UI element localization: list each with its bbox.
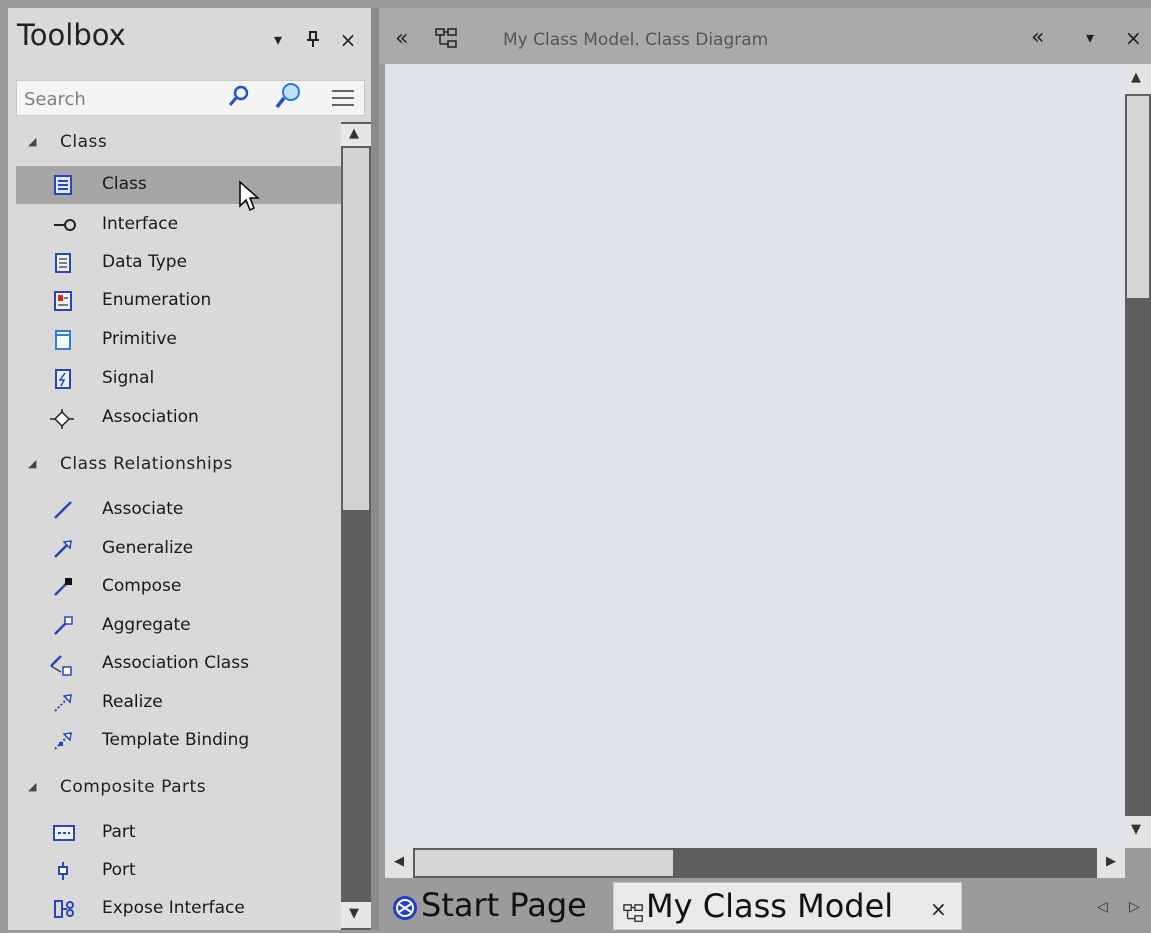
search-input[interactable] <box>24 87 204 111</box>
toolbox-item-association-class[interactable]: Association Class <box>16 645 341 683</box>
toolbox-item-signal[interactable]: Signal <box>16 360 341 398</box>
toolbox-title: Toolbox <box>17 18 126 52</box>
associate-line-icon <box>53 500 73 520</box>
port-icon <box>53 861 73 881</box>
compose-icon <box>53 577 73 597</box>
scroll-down-arrow-icon[interactable]: ▼ <box>341 902 371 928</box>
scroll-right-arrow-icon[interactable]: ▶ <box>1097 848 1125 878</box>
signal-icon <box>53 369 73 389</box>
toolbox-scrollbar-thumb[interactable] <box>343 148 369 510</box>
toolbox-item-expose-interface[interactable]: Expose Interface <box>16 890 341 928</box>
expose-interface-icon <box>53 899 74 919</box>
find-icon[interactable] <box>274 82 302 110</box>
association-class-icon <box>49 654 72 676</box>
toolbox-item-port[interactable]: Port <box>16 852 341 890</box>
toolbox-item-realize[interactable]: Realize <box>16 684 341 722</box>
tab-my-class-model[interactable]: My Class Model × <box>613 882 962 930</box>
mouse-cursor-icon <box>238 180 260 214</box>
start-page-icon <box>391 892 419 920</box>
toolbox-menu-button[interactable]: ▾ <box>268 30 288 50</box>
group-class-relationships[interactable]: ◢ Class Relationships <box>16 448 341 484</box>
pin-icon[interactable] <box>303 30 323 53</box>
toolbox-item-interface[interactable]: Interface <box>16 206 341 244</box>
data-type-icon <box>53 253 73 273</box>
toolbox-item-data-type[interactable]: Data Type <box>16 244 341 282</box>
diagram-close-button[interactable]: × <box>1125 26 1142 50</box>
diagram-title: My Class Model. Class Diagram <box>503 30 769 50</box>
interface-icon <box>53 215 76 235</box>
vertical-scrollbar-thumb[interactable] <box>1127 96 1149 298</box>
scroll-down-arrow-icon[interactable]: ▼ <box>1125 816 1151 848</box>
collapse-triangle-icon: ◢ <box>28 135 37 148</box>
toolbox-item-compose[interactable]: Compose <box>16 568 341 606</box>
scroll-up-arrow-icon[interactable]: ▲ <box>1125 64 1151 94</box>
tab-start-page[interactable]: Start Page <box>389 882 611 930</box>
scroll-left-arrow-icon[interactable]: ◀ <box>385 848 413 878</box>
menu-icon[interactable] <box>330 88 356 108</box>
association-diamond-icon <box>49 408 74 429</box>
class-icon <box>53 175 73 195</box>
toolbox-item-enumeration[interactable]: Enumeration <box>16 282 341 320</box>
template-binding-icon <box>53 731 73 751</box>
toolbox-list: ◢ Class Class Interface Data Type Enumera… <box>16 122 341 930</box>
part-icon <box>53 823 75 843</box>
horizontal-scrollbar-thumb[interactable] <box>415 850 673 876</box>
scroll-up-arrow-icon[interactable]: ▲ <box>341 124 371 146</box>
toolbox-item-primitive[interactable]: Primitive <box>16 321 341 359</box>
toolbox-item-associate[interactable]: Associate <box>16 491 341 529</box>
enumeration-icon <box>53 291 73 311</box>
toolbox-item-association[interactable]: Association <box>16 399 341 437</box>
collapse-triangle-icon: ◢ <box>28 780 37 793</box>
diagram-icon <box>434 27 460 51</box>
tab-scroll-left-button[interactable]: ◁ <box>1097 899 1108 915</box>
toolbox-item-aggregate[interactable]: Aggregate <box>16 607 341 645</box>
generalize-arrow-icon <box>53 539 73 559</box>
realize-icon <box>53 693 73 713</box>
group-composite-parts[interactable]: ◢ Composite Parts <box>16 771 341 807</box>
panel-splitter[interactable] <box>371 8 379 930</box>
toolbox-item-generalize[interactable]: Generalize <box>16 530 341 568</box>
toolbox-item-part[interactable]: Part <box>16 814 341 852</box>
scrollbar-corner <box>1125 848 1151 878</box>
primitive-icon <box>53 330 73 350</box>
diagram-canvas[interactable] <box>385 64 1125 848</box>
aggregate-icon <box>53 616 73 636</box>
diagram-menu-button[interactable]: ▾ <box>1086 28 1094 47</box>
toolbox-item-template-binding[interactable]: Template Binding <box>16 722 341 760</box>
group-class[interactable]: ◢ Class <box>16 126 341 162</box>
search-icon[interactable] <box>227 84 251 108</box>
collapse-triangle-icon: ◢ <box>28 457 37 470</box>
diagram-icon <box>622 895 646 923</box>
toolbox-close-button[interactable]: × <box>338 30 358 50</box>
toolbox-item-class[interactable]: Class <box>16 166 341 204</box>
collapse-right-button[interactable]: « <box>1031 25 1044 50</box>
collapse-left-button[interactable]: « <box>395 26 408 51</box>
tab-close-button[interactable]: × <box>930 897 947 921</box>
tab-scroll-right-button[interactable]: ▷ <box>1129 899 1140 915</box>
